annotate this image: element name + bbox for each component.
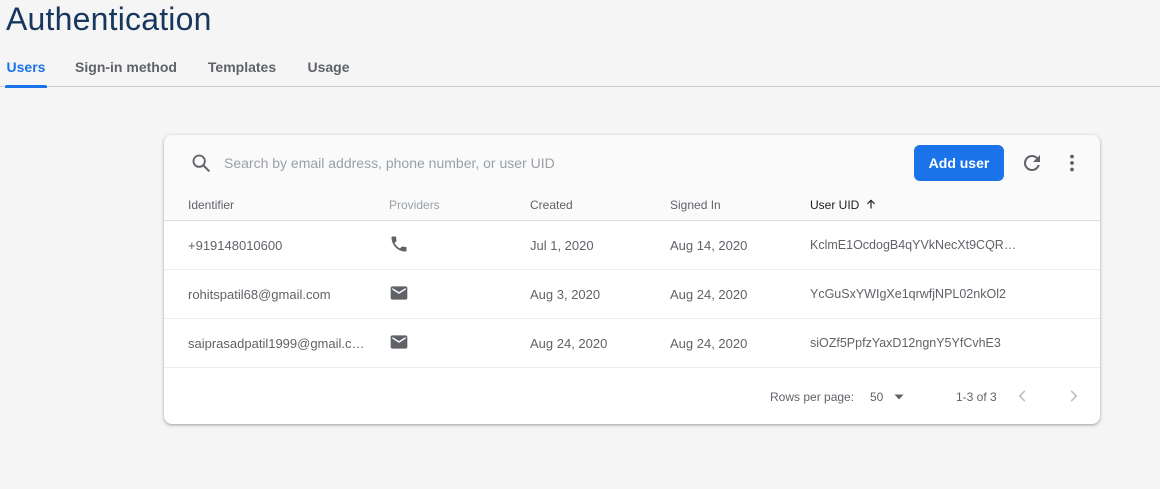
column-header-signed-in[interactable]: Signed In [670, 198, 721, 212]
cell-created: Jul 1, 2020 [530, 238, 594, 253]
refresh-icon[interactable] [1020, 151, 1044, 175]
users-toolbar: Add user Identifier Providers Created Si… [164, 135, 1100, 221]
table-row[interactable]: +919148010600 Jul 1, 2020 Aug 14, 2020 K… [164, 221, 1100, 270]
cell-user-uid: YcGuSxYWIgXe1qrwfjNPL02nkOl2 [810, 287, 1006, 301]
rows-per-page-value: 50 [870, 390, 884, 404]
cell-identifier: +919148010600 [188, 238, 283, 253]
column-header-identifier[interactable]: Identifier [188, 198, 234, 212]
pagination-range: 1-3 of 3 [956, 390, 997, 404]
mail-icon [390, 286, 408, 300]
cell-user-uid: KclmE1OcdogB4qYVkNecXt9CQR… [810, 238, 1017, 252]
tab-users[interactable]: Users [5, 48, 47, 88]
tab-templates[interactable]: Templates [203, 48, 281, 87]
cell-created: Aug 3, 2020 [530, 287, 601, 302]
next-page-icon[interactable] [1063, 385, 1085, 407]
add-user-button[interactable]: Add user [914, 145, 1004, 181]
cell-created: Aug 24, 2020 [530, 336, 608, 351]
mail-icon [390, 335, 408, 349]
column-header-providers: Providers [389, 198, 440, 212]
page-title: Authentication [6, 1, 212, 37]
users-card: Add user Identifier Providers Created Si… [164, 135, 1100, 424]
table-row[interactable]: rohitspatil68@gmail.com Aug 3, 2020 Aug … [164, 270, 1100, 319]
cell-user-uid: siOZf5PpfzYaxD12ngnY5YfCvhE3 [810, 336, 1001, 350]
tab-usage[interactable]: Usage [303, 48, 354, 87]
dropdown-arrow-icon [894, 394, 904, 400]
sort-ascending-icon [867, 199, 876, 209]
search-input[interactable] [224, 150, 824, 176]
rows-per-page-label: Rows per page: [770, 390, 855, 404]
table-row[interactable]: saiprasadpatil1999@gmail.c… Aug 24, 2020… [164, 319, 1100, 368]
cell-identifier: rohitspatil68@gmail.com [188, 287, 331, 302]
cell-identifier: saiprasadpatil1999@gmail.c… [188, 336, 365, 351]
cell-signed-in: Aug 14, 2020 [670, 238, 748, 253]
search-icon [192, 154, 210, 172]
page-header: Authentication Users Sign-in method Temp… [0, 0, 1160, 88]
tab-sign-in-method[interactable]: Sign-in method [72, 48, 180, 87]
cell-signed-in: Aug 24, 2020 [670, 336, 748, 351]
column-header-user-uid-label: User UID [810, 198, 860, 212]
column-header-user-uid[interactable]: User UID [810, 198, 877, 212]
phone-icon [391, 236, 407, 252]
table-pagination: Rows per page: 50 1-3 of 3 [164, 369, 1100, 424]
rows-per-page-select[interactable]: 50 [864, 386, 912, 408]
column-header-created[interactable]: Created [530, 198, 573, 212]
cell-signed-in: Aug 24, 2020 [670, 287, 748, 302]
previous-page-icon[interactable] [1011, 385, 1033, 407]
more-vert-icon[interactable] [1060, 151, 1084, 175]
